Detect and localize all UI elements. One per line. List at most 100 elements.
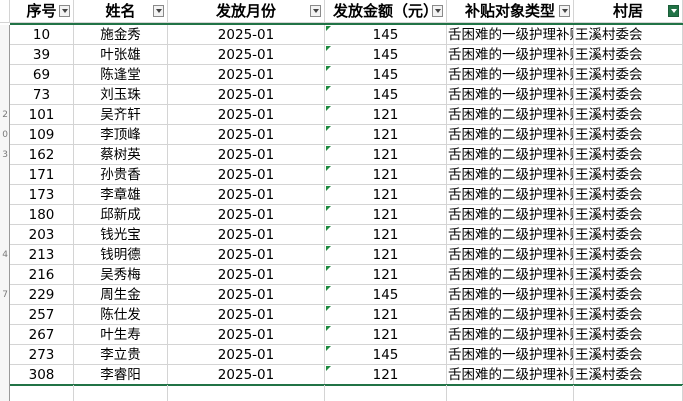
cell-type[interactable]: 舌困难的二级护理补贴: [447, 265, 574, 285]
cell-village[interactable]: 王溪村委会: [574, 165, 683, 185]
cell-name[interactable]: 李立贵: [74, 345, 168, 365]
cell-village[interactable]: 王溪村委会: [574, 205, 683, 225]
cell-name[interactable]: 周生金: [74, 285, 168, 305]
cell-no[interactable]: 10: [10, 25, 74, 45]
row-header[interactable]: [0, 365, 10, 385]
cell-village[interactable]: 王溪村委会: [574, 245, 683, 265]
cell-no[interactable]: 39: [10, 45, 74, 65]
row-header[interactable]: [0, 205, 10, 225]
cell-month[interactable]: 2025-01: [168, 205, 325, 225]
cell-name[interactable]: 李顶峰: [74, 125, 168, 145]
cell-no[interactable]: 101: [10, 105, 74, 125]
cell-month[interactable]: 2025-01: [168, 45, 325, 65]
cell-type[interactable]: 舌困难的二级护理补贴: [447, 205, 574, 225]
row-header[interactable]: [0, 305, 10, 325]
cell-type[interactable]: 舌困难的二级护理补贴: [447, 365, 574, 385]
cell-name[interactable]: 蔡树英: [74, 145, 168, 165]
cell-no[interactable]: 109: [10, 125, 74, 145]
cell-village[interactable]: 王溪村委会: [574, 285, 683, 305]
row-header[interactable]: [0, 65, 10, 85]
cell-village[interactable]: 王溪村委会: [574, 45, 683, 65]
empty-cell[interactable]: [447, 385, 574, 401]
row-header[interactable]: 2: [0, 105, 10, 125]
filter-dropdown-icon[interactable]: [310, 5, 321, 17]
cell-name[interactable]: 施金秀: [74, 25, 168, 45]
row-header[interactable]: [0, 385, 10, 401]
row-header[interactable]: 7: [0, 285, 10, 305]
cell-village[interactable]: 王溪村委会: [574, 305, 683, 325]
cell-no[interactable]: 257: [10, 305, 74, 325]
row-header[interactable]: [0, 225, 10, 245]
cell-village[interactable]: 王溪村委会: [574, 145, 683, 165]
cell-month[interactable]: 2025-01: [168, 25, 325, 45]
row-header[interactable]: [0, 25, 10, 45]
cell-month[interactable]: 2025-01: [168, 265, 325, 285]
cell-type[interactable]: 舌困难的二级护理补贴: [447, 245, 574, 265]
cell-name[interactable]: 叶生寿: [74, 325, 168, 345]
cell-amount[interactable]: 121: [325, 245, 447, 265]
row-header[interactable]: [0, 345, 10, 365]
cell-no[interactable]: 69: [10, 65, 74, 85]
cell-name[interactable]: 李章雄: [74, 185, 168, 205]
header-no[interactable]: 序号: [10, 0, 74, 23]
cell-no[interactable]: 229: [10, 285, 74, 305]
cell-name[interactable]: 钱明德: [74, 245, 168, 265]
cell-month[interactable]: 2025-01: [168, 345, 325, 365]
header-month[interactable]: 发放月份: [168, 0, 325, 23]
cell-name[interactable]: 陈逢堂: [74, 65, 168, 85]
filter-dropdown-icon[interactable]: [153, 5, 164, 17]
cell-type[interactable]: 舌困难的一级护理补贴: [447, 65, 574, 85]
cell-name[interactable]: 吴秀梅: [74, 265, 168, 285]
cell-amount[interactable]: 121: [325, 265, 447, 285]
header-type[interactable]: 补贴对象类型: [447, 0, 574, 23]
cell-village[interactable]: 王溪村委会: [574, 125, 683, 145]
cell-month[interactable]: 2025-01: [168, 105, 325, 125]
row-header[interactable]: 4: [0, 245, 10, 265]
cell-month[interactable]: 2025-01: [168, 145, 325, 165]
empty-cell[interactable]: [10, 385, 74, 401]
filter-dropdown-icon[interactable]: [432, 5, 443, 17]
cell-amount[interactable]: 121: [325, 125, 447, 145]
cell-no[interactable]: 173: [10, 185, 74, 205]
cell-type[interactable]: 舌困难的一级护理补贴: [447, 45, 574, 65]
cell-amount[interactable]: 145: [325, 25, 447, 45]
header-village[interactable]: 村居: [574, 0, 683, 23]
cell-amount[interactable]: 145: [325, 45, 447, 65]
cell-village[interactable]: 王溪村委会: [574, 85, 683, 105]
cell-type[interactable]: 舌困难的二级护理补贴: [447, 225, 574, 245]
filter-dropdown-icon[interactable]: [559, 5, 570, 17]
row-header[interactable]: 0: [0, 125, 10, 145]
cell-month[interactable]: 2025-01: [168, 285, 325, 305]
cell-month[interactable]: 2025-01: [168, 125, 325, 145]
cell-no[interactable]: 273: [10, 345, 74, 365]
cell-amount[interactable]: 145: [325, 65, 447, 85]
cell-amount[interactable]: 121: [325, 305, 447, 325]
cell-month[interactable]: 2025-01: [168, 85, 325, 105]
cell-month[interactable]: 2025-01: [168, 325, 325, 345]
cell-amount[interactable]: 145: [325, 285, 447, 305]
filter-applied-icon[interactable]: [668, 5, 679, 17]
cell-no[interactable]: 213: [10, 245, 74, 265]
cell-type[interactable]: 舌困难的一级护理补贴: [447, 345, 574, 365]
cell-amount[interactable]: 121: [325, 185, 447, 205]
cell-type[interactable]: 舌困难的二级护理补贴: [447, 185, 574, 205]
cell-village[interactable]: 王溪村委会: [574, 65, 683, 85]
cell-name[interactable]: 钱光宝: [74, 225, 168, 245]
cell-month[interactable]: 2025-01: [168, 165, 325, 185]
empty-cell[interactable]: [574, 385, 683, 401]
cell-name[interactable]: 叶张雄: [74, 45, 168, 65]
corner-cell[interactable]: [0, 0, 10, 23]
empty-cell[interactable]: [325, 385, 447, 401]
cell-name[interactable]: 李睿阳: [74, 365, 168, 385]
cell-type[interactable]: 舌困难的二级护理补贴: [447, 105, 574, 125]
cell-month[interactable]: 2025-01: [168, 185, 325, 205]
row-header[interactable]: [0, 45, 10, 65]
row-header[interactable]: [0, 265, 10, 285]
cell-type[interactable]: 舌困难的二级护理补贴: [447, 145, 574, 165]
header-amount[interactable]: 发放金额（元）: [325, 0, 447, 23]
cell-no[interactable]: 267: [10, 325, 74, 345]
empty-cell[interactable]: [168, 385, 325, 401]
cell-name[interactable]: 孙贵香: [74, 165, 168, 185]
cell-type[interactable]: 舌困难的一级护理补贴: [447, 85, 574, 105]
cell-month[interactable]: 2025-01: [168, 65, 325, 85]
